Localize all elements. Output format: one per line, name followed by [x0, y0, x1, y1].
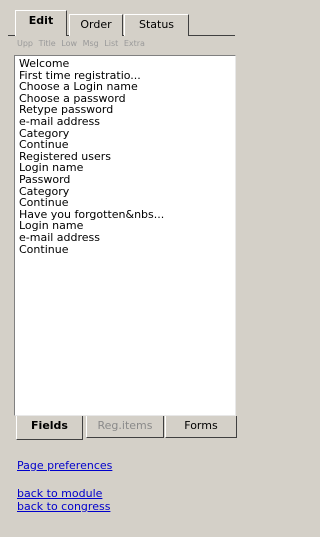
list-item[interactable]: Continue	[19, 139, 235, 151]
filter-low[interactable]: Low	[61, 39, 77, 48]
list-item[interactable]: e-mail address	[19, 116, 235, 128]
filter-extra[interactable]: Extra	[124, 39, 145, 48]
tab-filler	[189, 35, 235, 36]
filter-list[interactable]: List	[104, 39, 118, 48]
filter-upp[interactable]: Upp	[17, 39, 33, 48]
tab-edit[interactable]: Edit	[15, 10, 67, 36]
tab-fields[interactable]: Fields	[16, 416, 83, 440]
bottom-tab-bar: Fields Reg.items Forms	[14, 416, 238, 440]
tab-reg-items[interactable]: Reg.items	[86, 416, 164, 438]
list-item[interactable]: Continue	[19, 197, 235, 209]
filter-msg[interactable]: Msg	[83, 39, 99, 48]
filter-title[interactable]: Title	[39, 39, 56, 48]
list-item[interactable]: e-mail address	[19, 232, 235, 244]
list-item[interactable]: Continue	[19, 243, 235, 256]
column-filters: Upp Title Low Msg List Extra	[17, 39, 148, 53]
nav-links: Page preferences back to module back to …	[17, 459, 112, 513]
tab-status[interactable]: Status	[124, 14, 189, 36]
fields-listbox[interactable]: Welcome First time registratio... Choose…	[14, 55, 236, 416]
list-item[interactable]: Welcome	[19, 58, 235, 70]
tab-forms[interactable]: Forms	[165, 416, 237, 438]
back-to-congress-link[interactable]: back to congress	[17, 500, 112, 513]
list-item[interactable]: Password	[19, 174, 235, 186]
page-preferences-link[interactable]: Page preferences	[17, 459, 112, 472]
top-tab-bar: Order Status Edit	[0, 0, 245, 36]
tab-order[interactable]: Order	[69, 14, 123, 36]
back-to-module-link[interactable]: back to module	[17, 487, 112, 500]
